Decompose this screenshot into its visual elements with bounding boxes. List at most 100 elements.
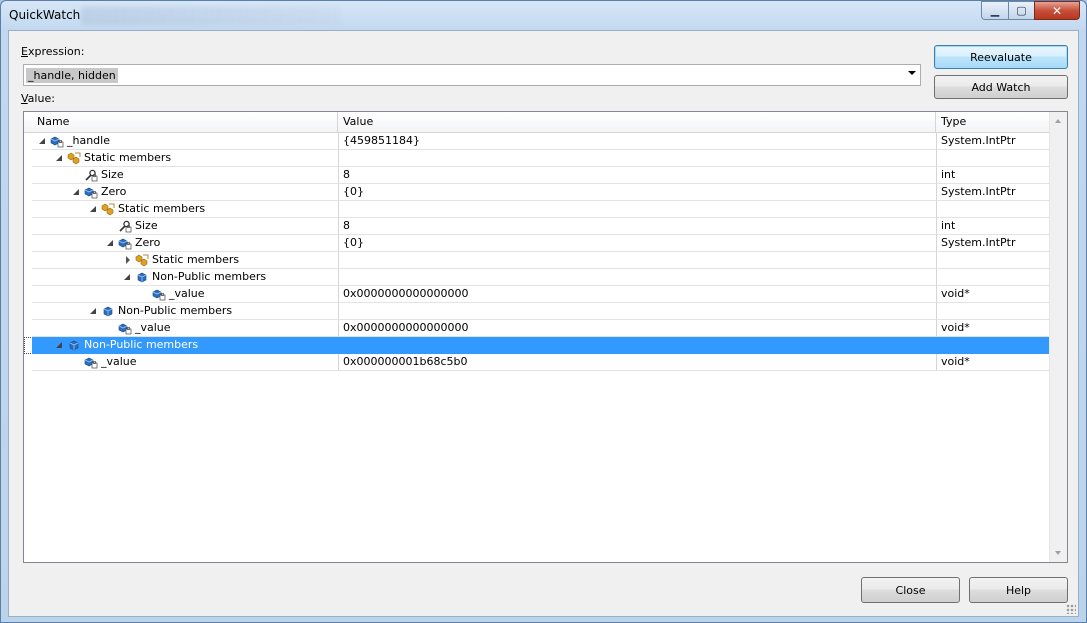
- table-row[interactable]: Size 8 int: [24, 167, 1051, 184]
- cell-value[interactable]: [338, 150, 936, 167]
- expanded-arrow-icon[interactable]: [107, 240, 113, 246]
- table-row[interactable]: Static members: [24, 201, 1051, 218]
- row-name: Zero: [135, 236, 161, 249]
- cell-type: int: [936, 167, 1051, 184]
- cell-name: Size: [32, 218, 338, 235]
- scroll-up-icon[interactable]: [1055, 119, 1061, 123]
- table-row[interactable]: Non-Public members: [24, 303, 1051, 320]
- cell-name: Zero: [32, 235, 338, 252]
- row-gutter: [24, 354, 32, 371]
- minimize-button[interactable]: ▁: [981, 1, 1008, 20]
- cell-value[interactable]: 0x000000001b68c5b0: [338, 354, 936, 371]
- cell-value[interactable]: 0x0000000000000000: [338, 286, 936, 303]
- row-gutter: [24, 184, 32, 201]
- table-row[interactable]: Size 8 int: [24, 218, 1051, 235]
- expanded-arrow-icon[interactable]: [73, 189, 79, 195]
- cell-type: void*: [936, 354, 1051, 371]
- grid-header: Name Value Type: [24, 112, 1051, 133]
- expanded-arrow-icon[interactable]: [90, 308, 96, 314]
- row-gutter: [24, 218, 32, 235]
- cell-name: Non-Public members: [32, 303, 338, 320]
- expanded-arrow-icon[interactable]: [90, 206, 96, 212]
- close-window-button[interactable]: ✕: [1034, 1, 1080, 20]
- cell-type: [936, 269, 1051, 286]
- column-header-type[interactable]: Type: [936, 112, 1051, 132]
- close-icon: ✕: [1051, 3, 1063, 18]
- expanded-arrow-icon[interactable]: [56, 342, 62, 348]
- cell-value[interactable]: [338, 269, 936, 286]
- cell-value[interactable]: [338, 303, 936, 320]
- cell-type: [936, 337, 1051, 354]
- table-row[interactable]: Zero {0} System.IntPtr: [24, 184, 1051, 201]
- expanded-arrow-icon[interactable]: [56, 155, 62, 161]
- table-row[interactable]: _value 0x000000001b68c5b0 void*: [24, 354, 1051, 371]
- row-name: Zero: [101, 185, 127, 198]
- field-locked-icon: [118, 322, 132, 335]
- chevron-down-icon[interactable]: [908, 71, 916, 75]
- table-row[interactable]: Non-Public members: [24, 269, 1051, 286]
- expanded-arrow-icon[interactable]: [124, 274, 130, 280]
- table-row[interactable]: _value 0x0000000000000000 void*: [24, 286, 1051, 303]
- cell-type: System.IntPtr: [936, 184, 1051, 201]
- table-row[interactable]: _value 0x0000000000000000 void*: [24, 320, 1051, 337]
- cell-value[interactable]: 8: [338, 167, 936, 184]
- cell-type: System.IntPtr: [936, 235, 1051, 252]
- watch-grid[interactable]: Name Value Type _handle {459851184} System…: [23, 111, 1068, 563]
- row-name: Static members: [84, 151, 172, 164]
- help-button[interactable]: Help: [969, 577, 1068, 603]
- vertical-scrollbar[interactable]: [1049, 112, 1067, 562]
- cell-value[interactable]: 8: [338, 218, 936, 235]
- field-locked-icon: [152, 288, 166, 301]
- maximize-button[interactable]: ▢: [1008, 1, 1034, 20]
- nonpublic-icon: [67, 339, 81, 352]
- cell-name: _handle: [32, 133, 338, 150]
- cell-value[interactable]: [338, 252, 936, 269]
- cell-value[interactable]: [338, 337, 936, 354]
- row-name: Static members: [118, 202, 206, 215]
- column-header-value[interactable]: Value: [338, 112, 936, 132]
- maximize-icon: ▢: [1016, 4, 1027, 17]
- nonpublic-icon: [135, 271, 149, 284]
- cell-type: [936, 150, 1051, 167]
- cell-value[interactable]: {459851184}: [338, 133, 936, 150]
- background-window-blur: [81, 7, 341, 25]
- row-gutter: [24, 133, 32, 150]
- collapsed-arrow-icon[interactable]: [126, 256, 130, 264]
- minimize-icon: ▁: [990, 4, 1000, 17]
- column-header-name[interactable]: Name: [32, 112, 338, 132]
- cell-value[interactable]: {0}: [338, 184, 936, 201]
- cell-type: void*: [936, 286, 1051, 303]
- close-button[interactable]: Close: [861, 577, 960, 603]
- table-row[interactable]: Static members: [24, 150, 1051, 167]
- cell-value[interactable]: {0}: [338, 235, 936, 252]
- row-name: Non-Public members: [152, 270, 267, 283]
- cell-value[interactable]: 0x0000000000000000: [338, 320, 936, 337]
- row-gutter: [24, 337, 32, 354]
- row-gutter: [24, 252, 32, 269]
- row-gutter: [24, 201, 32, 218]
- row-name: Non-Public members: [84, 338, 199, 351]
- expression-input[interactable]: _handle, hidden: [26, 68, 118, 83]
- static-icon: [135, 254, 149, 267]
- caption-buttons: ▁ ▢ ✕: [981, 1, 1080, 21]
- cell-value[interactable]: [338, 201, 936, 218]
- quickwatch-window: QuickWatch ▁ ▢ ✕ Expression: _handle, hi…: [0, 0, 1087, 623]
- scroll-down-icon[interactable]: [1055, 551, 1061, 555]
- add-watch-button[interactable]: Add Watch: [934, 75, 1068, 99]
- expanded-arrow-icon[interactable]: [39, 138, 45, 144]
- table-row[interactable]: Static members: [24, 252, 1051, 269]
- expression-combobox[interactable]: _handle, hidden: [23, 64, 921, 86]
- cell-name: Static members: [32, 150, 338, 167]
- table-row[interactable]: _handle {459851184} System.IntPtr: [24, 133, 1051, 150]
- table-row[interactable]: Zero {0} System.IntPtr: [24, 235, 1051, 252]
- row-name: Size: [101, 168, 124, 181]
- resize-grip[interactable]: [1066, 604, 1076, 614]
- row-name: Size: [135, 219, 158, 232]
- title-bar[interactable]: QuickWatch ▁ ▢ ✕: [1, 1, 1086, 30]
- row-name: _value: [169, 287, 205, 300]
- cell-type: int: [936, 218, 1051, 235]
- table-row[interactable]: Non-Public members: [24, 337, 1051, 354]
- reevaluate-button[interactable]: Reevaluate: [934, 45, 1068, 69]
- cell-name: Zero: [32, 184, 338, 201]
- row-name: _handle: [67, 134, 110, 147]
